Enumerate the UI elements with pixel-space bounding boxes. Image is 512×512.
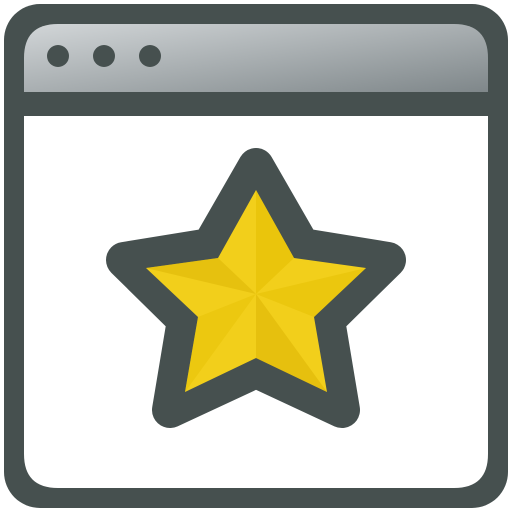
title-separator: [24, 92, 488, 116]
dot-3-icon: [139, 45, 161, 67]
dot-1-icon: [47, 45, 69, 67]
dot-2-icon: [93, 45, 115, 67]
browser-window-star-icon: [0, 0, 512, 512]
browser-window-star-svg: [4, 4, 508, 508]
